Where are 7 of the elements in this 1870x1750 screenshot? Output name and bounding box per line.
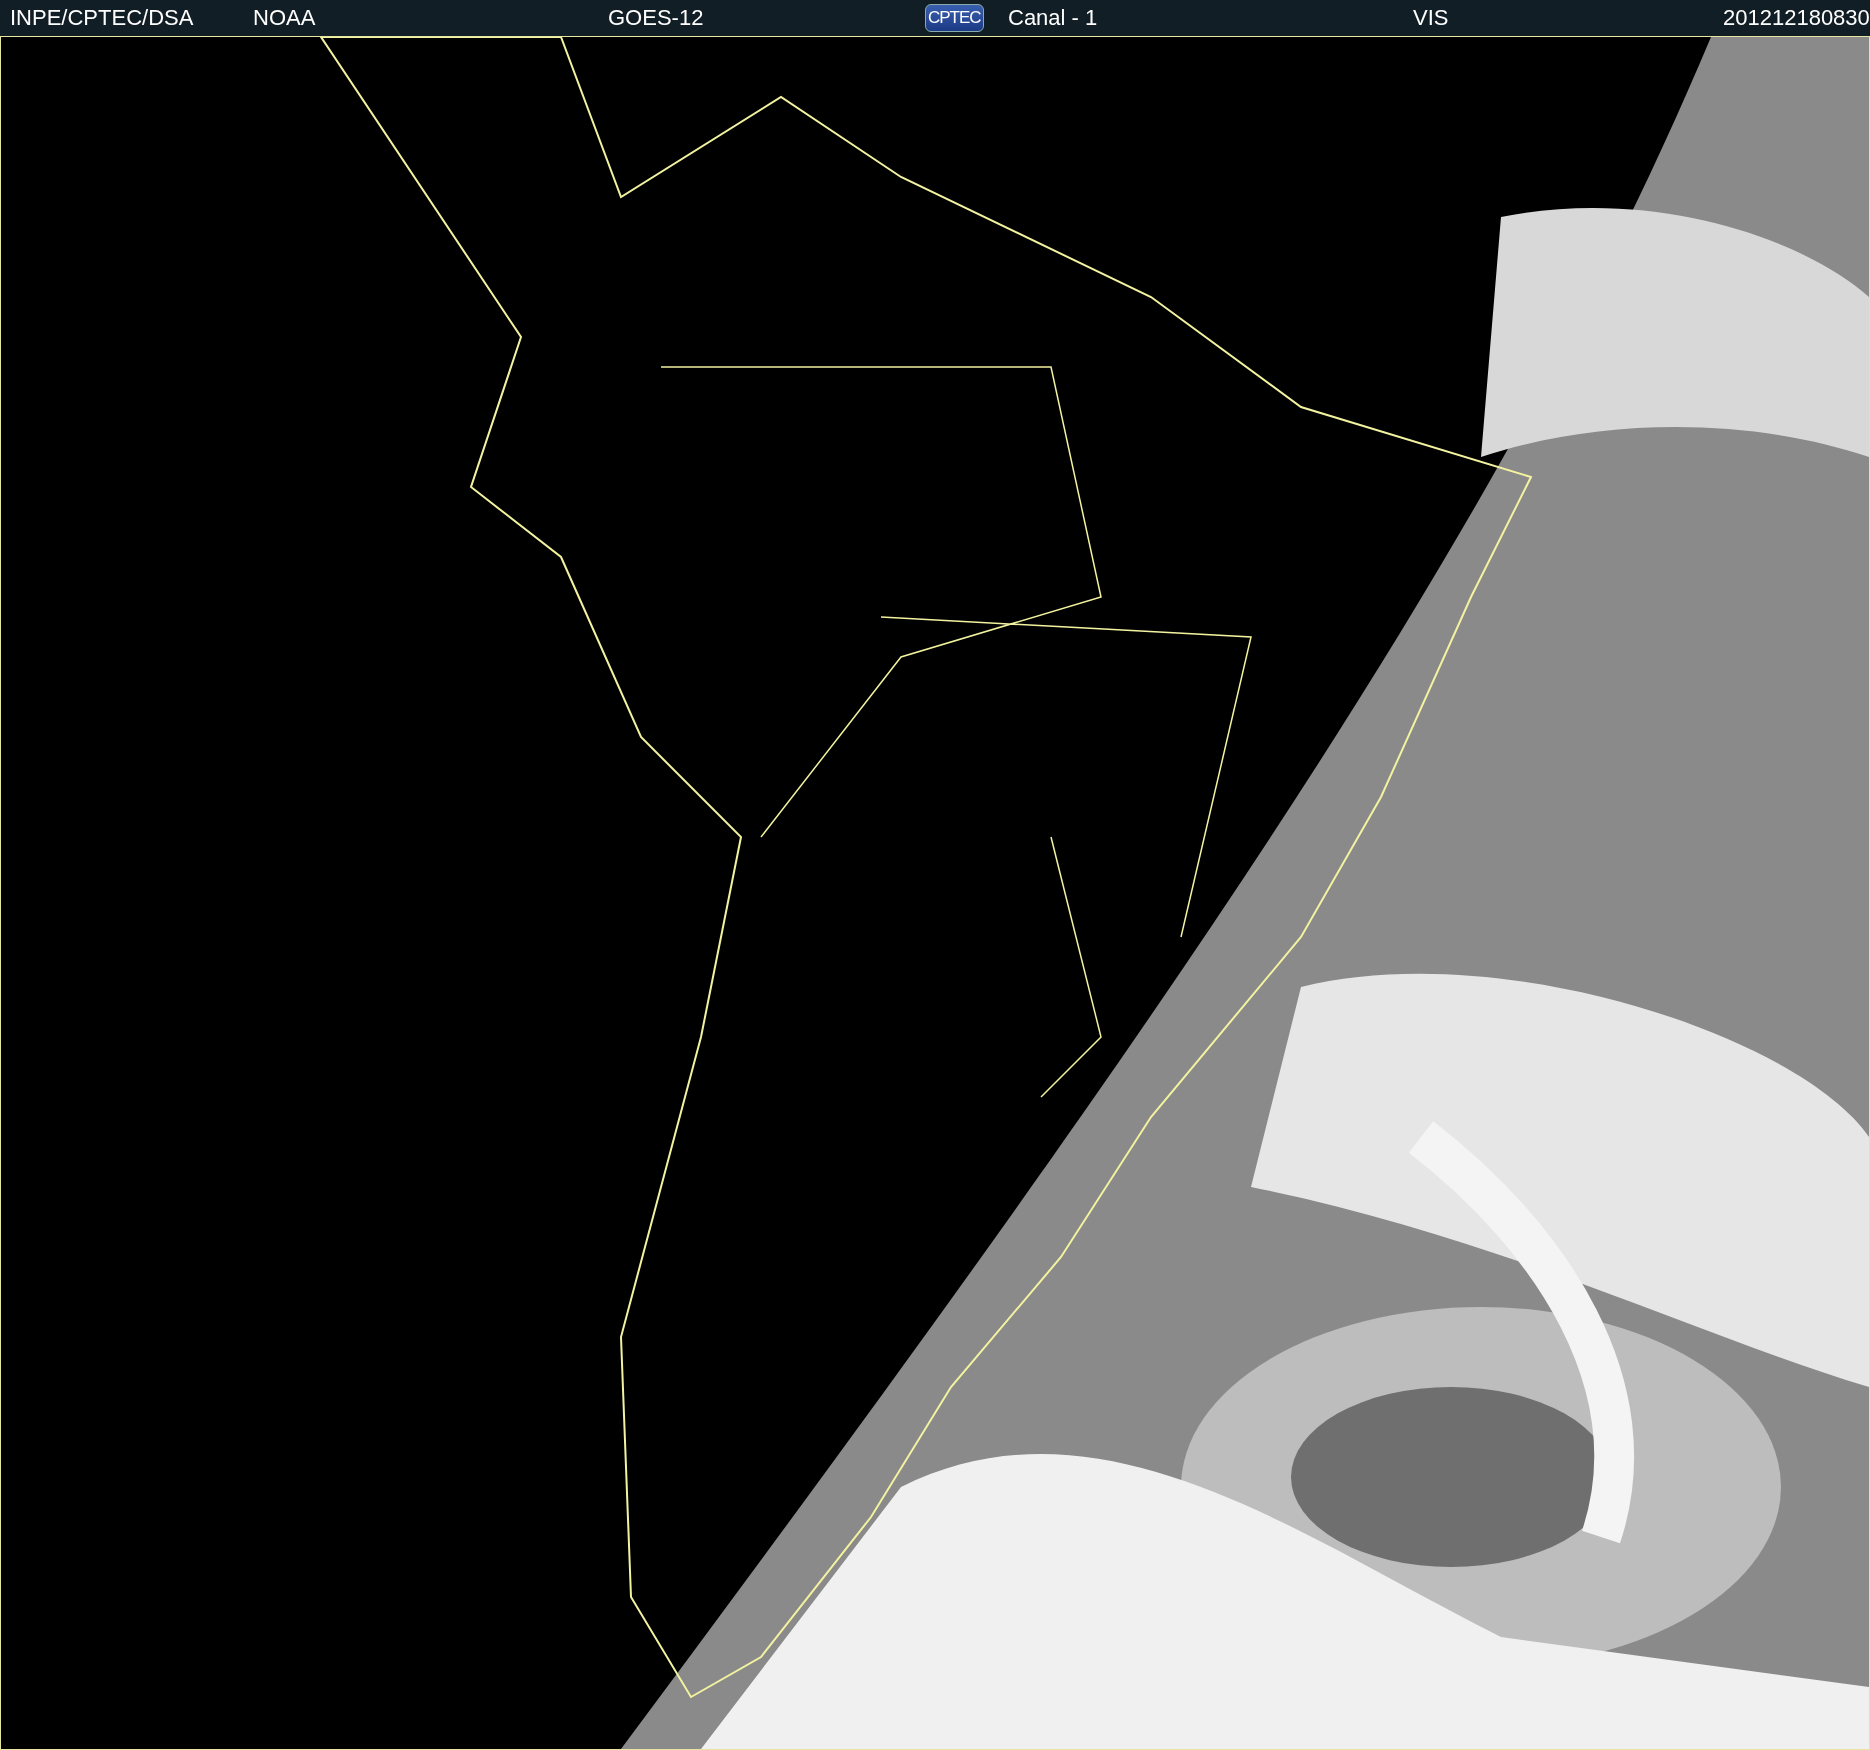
header-label: INPE/CPTEC/DSA xyxy=(10,5,194,31)
header-label: VIS xyxy=(1413,5,1449,31)
header-label: GOES-12 xyxy=(608,5,704,31)
header-label: NOAA xyxy=(253,5,316,31)
header-label: Canal - 1 xyxy=(1008,5,1098,31)
logo: CPTEC xyxy=(925,4,984,32)
header-label: 201212180830 xyxy=(1723,5,1870,31)
